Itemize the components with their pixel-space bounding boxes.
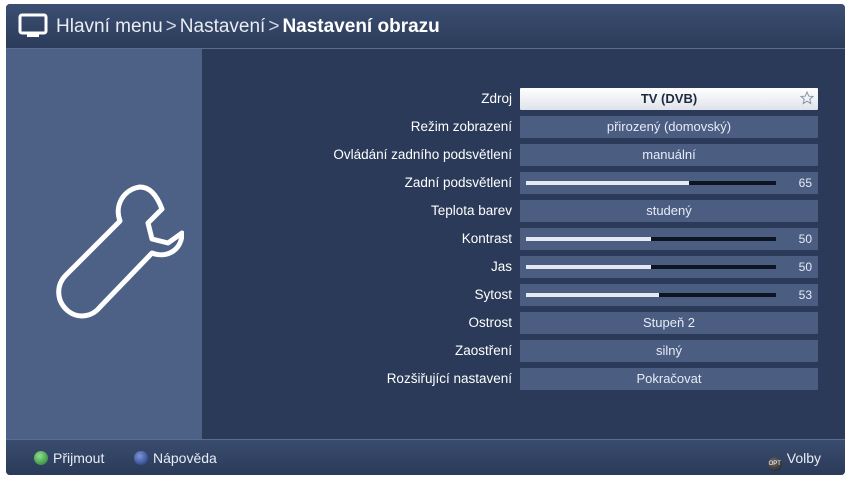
setting-label: Teplota barev [430,203,512,218]
green-button-icon [34,451,48,465]
contrast-slider[interactable]: 50 [520,228,818,250]
advanced-settings-button[interactable]: Pokračovat [520,368,818,390]
star-icon [800,91,814,105]
wrench-icon [56,184,184,319]
slider-fill [526,265,651,269]
setting-row-saturation[interactable]: Sytost 53 [202,284,845,306]
sidebar-panel [6,49,202,439]
breadcrumb-picture-settings: Nastavení obrazu [282,16,440,37]
brightness-slider[interactable]: 50 [520,256,818,278]
slider-track [526,181,776,185]
setting-label: Jas [490,259,512,274]
source-select[interactable]: TV (DVB) [520,88,818,110]
breadcrumb: Hlavní menu > Nastavení > Nastavení obrazu [56,14,440,40]
footer-bar: Přijmout Nápověda OPT Volby [6,439,845,475]
help-label: Nápověda [153,450,217,466]
accept-label: Přijmout [53,450,105,466]
backlight-slider[interactable]: 65 [520,172,818,194]
slider-fill [526,293,659,297]
breadcrumb-separator: > [165,16,177,37]
tv-screen: Hlavní menu > Nastavení > Nastavení obrazu Z… [6,4,845,475]
setting-row-focus[interactable]: Zaostření silný [202,340,845,362]
color-temperature-select[interactable]: studený [520,200,818,222]
help-button[interactable]: Nápověda [134,449,217,467]
tv-icon [18,13,48,37]
focus-select[interactable]: silný [520,340,818,362]
breadcrumb-main-menu[interactable]: Hlavní menu [56,16,163,37]
opt-button-icon: OPT [767,457,782,471]
breadcrumb-settings[interactable]: Nastavení [180,16,266,37]
setting-label: Sytost [474,287,512,302]
options-label: Volby [786,450,821,466]
setting-label: Ostrost [468,315,512,330]
setting-label: Ovládání zadního podsvětlení [333,147,512,162]
setting-row-backlight[interactable]: Zadní podsvětlení 65 [202,172,845,194]
setting-row-backlight-control[interactable]: Ovládání zadního podsvětlení manuální [202,144,845,166]
slider-track [526,265,776,269]
setting-label: Zadní podsvětlení [404,175,512,190]
slider-value: 50 [798,260,812,274]
setting-row-color-temperature[interactable]: Teplota barev studený [202,200,845,222]
setting-row-advanced[interactable]: Rozšiřující nastavení Pokračovat [202,368,845,390]
slider-value: 53 [798,288,812,302]
backlight-control-select[interactable]: manuální [520,144,818,166]
setting-label: Zaostření [454,343,512,358]
setting-label: Rozšiřující nastavení [386,371,512,386]
setting-row-sharpness[interactable]: Ostrost Stupeň 2 [202,312,845,334]
slider-fill [526,181,689,185]
settings-panel: Zdroj TV (DVB) Režim zobrazení přirozený… [202,49,845,439]
slider-value: 65 [798,176,812,190]
setting-row-contrast[interactable]: Kontrast 50 [202,228,845,250]
sharpness-select[interactable]: Stupeň 2 [520,312,818,334]
setting-label: Režim zobrazení [410,119,512,134]
display-mode-select[interactable]: přirozený (domovský) [520,116,818,138]
title-bar: Hlavní menu > Nastavení > Nastavení obrazu [6,4,845,49]
setting-row-brightness[interactable]: Jas 50 [202,256,845,278]
slider-fill [526,237,651,241]
slider-track [526,293,776,297]
setting-row-source[interactable]: Zdroj TV (DVB) [202,88,845,110]
setting-row-display-mode[interactable]: Režim zobrazení přirozený (domovský) [202,116,845,138]
breadcrumb-separator: > [268,16,280,37]
options-button[interactable]: OPT Volby [767,449,821,471]
slider-value: 50 [798,232,812,246]
slider-track [526,237,776,241]
setting-label: Zdroj [481,91,512,106]
blue-button-icon [134,451,148,465]
setting-value: TV (DVB) [640,91,698,106]
setting-label: Kontrast [461,231,512,246]
accept-button[interactable]: Přijmout [34,449,104,467]
saturation-slider[interactable]: 53 [520,284,818,306]
